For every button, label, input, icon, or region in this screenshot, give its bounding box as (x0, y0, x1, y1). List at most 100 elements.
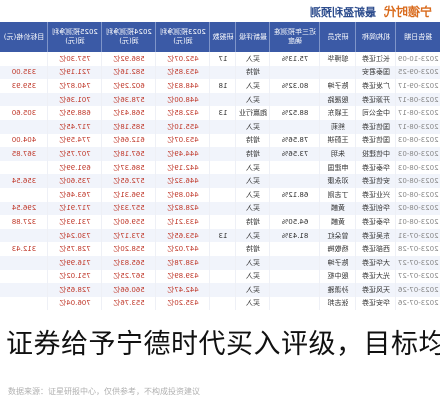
table-cell: 广发证券 (356, 79, 396, 93)
table-cell: 跑赢行业 (236, 106, 270, 120)
table-cell: 买入 (236, 228, 270, 243)
table-cell: 367.85 (0, 147, 48, 161)
table-cell: 560.66亿 (102, 283, 156, 297)
table-cell: 王蔚祺 (320, 133, 356, 148)
table-cell (270, 296, 320, 311)
table-cell: 国泰君安 (356, 65, 396, 80)
table-cell: 买入 (236, 269, 270, 284)
table-cell (320, 65, 356, 80)
table-cell: 68.12% (270, 187, 320, 202)
table-cell: 757.30亿 (48, 52, 102, 66)
table-cell: 杨敬梅 (320, 242, 356, 256)
table-cell: 557.33亿 (102, 201, 156, 216)
table-cell: 2023-10-09 (396, 52, 440, 66)
column-header: 机构简称 (356, 22, 396, 52)
table-cell: 增持 (236, 133, 270, 148)
table-cell: 359.93 (0, 79, 48, 93)
table-cell: 433.21亿 (156, 215, 210, 229)
table-cell: 2023-07-26 (396, 283, 440, 297)
table-cell: 2023-08-03 (396, 147, 440, 161)
table-cell: 305.60 (0, 106, 48, 120)
table-cell: 增持 (236, 147, 270, 161)
table-cell: 64.50% (270, 215, 320, 229)
table-cell (0, 187, 48, 202)
table-cell: 华安证券 (356, 296, 396, 311)
table-cell: 728.75亿 (48, 242, 102, 256)
table-cell: 446.32亿 (156, 174, 210, 188)
table-cell: 721.19亿 (48, 65, 102, 80)
table-cell (270, 242, 320, 256)
table-cell: 573.17亿 (102, 228, 156, 243)
table-cell (0, 296, 48, 311)
table-cell: 453.07亿 (156, 133, 210, 148)
table-row: 2023-09-25 国泰君安 增持 453.85亿 582.16亿 721.19亿 335… (0, 65, 440, 80)
table-cell: 中金公司 (356, 106, 396, 120)
column-header: 研报数 (210, 22, 236, 52)
table-cell: 2023-09-17 (396, 79, 440, 93)
table-row: 2023-08-02 华创证券 黄麟 买入 428.82亿 557.33亿 717.91亿 2… (0, 201, 440, 216)
table-cell (270, 269, 320, 284)
table-row: 2023-07-31 东吴证券 曾朵红 81.43% 买入 13 453.65亿 573.17… (0, 228, 440, 243)
table-cell (210, 201, 236, 216)
table-cell: 442.19亿 (156, 160, 210, 175)
table-cell (0, 160, 48, 175)
table-cell: 559.60亿 (102, 215, 156, 229)
table-cell: 买入 (236, 160, 270, 175)
table-cell (210, 147, 236, 161)
table-cell: 602.29亿 (102, 79, 156, 93)
table-cell: 2023-08-17 (396, 106, 440, 120)
table-cell: 2023-07-26 (396, 296, 440, 311)
table-row: 2023-09-17 广发证券 陈子坤 80.32% 买入 18 448.83亿 602.29… (0, 79, 440, 93)
table-cell: 296.54 (0, 201, 48, 216)
table-cell: 553.76亿 (102, 296, 156, 311)
table-row: 2023-07-26 天风证券 孙潇雅 买入 442.47亿 560.66亿 728.65亿 (0, 283, 440, 297)
table-cell (210, 269, 236, 284)
table-cell: 452.07亿 (156, 52, 210, 66)
table-cell: 453.85亿 (156, 65, 210, 80)
table-cell (210, 187, 236, 202)
table-cell: 西部证券 (356, 242, 396, 256)
table-cell: 731.93亿 (48, 215, 102, 229)
table-cell: 75.13% (270, 52, 320, 66)
brand-subtitle: 最新盈利预测 (310, 6, 376, 19)
table-row: 2023-08-17 中金公司 王颖东 88.52% 跑赢行业 13 432.85亿 568.… (0, 106, 440, 120)
table-cell (0, 228, 48, 243)
table-row: 2023-07-27 大华证券 陈子坤 买入 438.78亿 565.83亿 716.99亿 (0, 255, 440, 270)
table-cell: 327.88 (0, 215, 48, 229)
table-cell: 买入 (236, 92, 270, 107)
table-cell: 光大证券 (356, 269, 396, 284)
table-cell (210, 133, 236, 148)
table-cell (210, 174, 236, 188)
table-cell: 丁志刚 (320, 187, 356, 202)
table-cell (270, 174, 320, 188)
table-cell: 2023-08-02 (396, 187, 440, 202)
table-cell (270, 119, 320, 134)
column-header: 报告日期 (396, 22, 440, 52)
table-cell: 国信证券 (356, 119, 396, 134)
table-row: 2023-08-02 兴业证券 丁志刚 68.12% 买入 440.89亿 596.31亿 7… (0, 187, 440, 202)
table-cell (210, 296, 236, 311)
table-cell: 东吴证券 (356, 228, 396, 243)
table-cell: 73.56% (270, 147, 320, 161)
table-row: 2023-08-01 华泰证券 黄麟 64.50% 增持 433.21亿 559.60亿 73… (0, 215, 440, 229)
table-cell: 孙潇雅 (320, 283, 356, 297)
table-row: 2023-08-17 开源证券 殷晟路 买入 448.00亿 578.36亿 701.36亿 (0, 92, 440, 107)
table-cell: 黄麟 (320, 215, 356, 229)
table-cell (0, 255, 48, 270)
table-cell: 440.89亿 (156, 187, 210, 202)
column-header: 2024预测净利润(元) (102, 22, 156, 52)
table-cell: 435.20亿 (156, 296, 210, 311)
table-row: 2023-07-27 光大证券 殷中枢 买入 439.89亿 567.25亿 751.02亿 (0, 269, 440, 284)
table-cell: 774.59亿 (48, 133, 102, 148)
table-cell: 432.85亿 (156, 106, 210, 120)
table-cell: 殷晟路 (320, 92, 356, 107)
table-cell: 691.99亿 (48, 160, 102, 175)
table-cell: 大华证券 (356, 255, 396, 270)
table-cell: 黄麟 (320, 201, 356, 216)
table-row: 2023-07-28 西部证券 杨敬梅 增持 447.02亿 558.20亿 728.75亿… (0, 242, 440, 256)
table-cell (210, 160, 236, 175)
table-cell: 88.52% (270, 106, 320, 120)
table-cell: 增持 (236, 65, 270, 80)
table-cell: 578.36亿 (102, 92, 156, 107)
table-cell: 2023-07-27 (396, 255, 440, 270)
